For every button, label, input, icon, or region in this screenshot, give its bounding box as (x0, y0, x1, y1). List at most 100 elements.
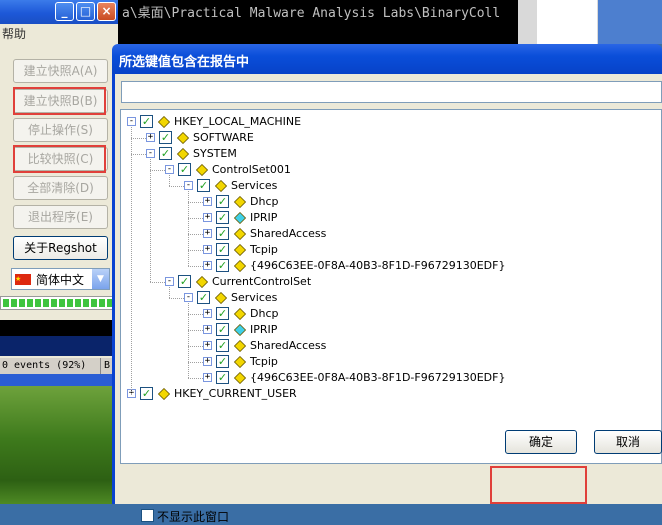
tree-checkbox[interactable]: ✓ (216, 323, 229, 336)
tree-connector (188, 314, 203, 315)
expand-icon[interactable]: + (203, 357, 212, 366)
minimize-button[interactable]: _ (55, 2, 74, 21)
expand-icon[interactable]: + (203, 229, 212, 238)
tree-connector (188, 362, 203, 363)
expand-icon[interactable]: + (203, 245, 212, 254)
console-titlebar (0, 336, 118, 356)
maximize-button[interactable]: □ (76, 2, 95, 21)
expand-icon[interactable]: + (203, 261, 212, 270)
tree-connector (188, 346, 203, 347)
language-label: 简体中文 (36, 273, 85, 287)
tree-connector (131, 127, 132, 394)
chevron-down-icon[interactable]: ▼ (92, 269, 109, 289)
tree-checkbox[interactable]: ✓ (216, 371, 229, 384)
folder-key-icon (234, 260, 246, 272)
highlight-box-snapshot-b (13, 87, 106, 115)
folder-key-icon (196, 164, 208, 176)
tree-node[interactable]: - ✓ CurrentControlSet (121, 274, 651, 290)
tree-connector (188, 218, 203, 219)
collapse-icon[interactable]: - (127, 117, 136, 126)
ok-button[interactable]: 确定 (505, 430, 577, 454)
key-filter-input[interactable] (121, 81, 662, 103)
tree-connector (150, 282, 165, 283)
expand-icon[interactable]: + (203, 309, 212, 318)
menu-help[interactable]: 帮助 (0, 24, 120, 44)
expand-icon[interactable]: + (203, 197, 212, 206)
tree-node-label: IPRIP (250, 323, 278, 336)
tree-node-label: SharedAccess (250, 339, 327, 352)
expand-icon[interactable]: + (203, 341, 212, 350)
tree-checkbox[interactable]: ✓ (216, 211, 229, 224)
tree-checkbox[interactable]: ✓ (197, 179, 210, 192)
desktop-background (598, 0, 662, 44)
tree-checkbox[interactable]: ✓ (140, 115, 153, 128)
tree-checkbox[interactable]: ✓ (216, 355, 229, 368)
tree-checkbox[interactable]: ✓ (178, 163, 191, 176)
tree-node[interactable]: + ✓ SOFTWARE (121, 130, 651, 146)
tree-checkbox[interactable]: ✓ (216, 307, 229, 320)
expand-icon[interactable]: + (203, 325, 212, 334)
stop-button[interactable]: 停止操作(S) (13, 118, 108, 142)
tree-checkbox[interactable]: ✓ (216, 339, 229, 352)
tree-checkbox[interactable]: ✓ (216, 227, 229, 240)
progress-block (99, 299, 105, 307)
collapse-icon[interactable]: - (165, 165, 174, 174)
tree-node-label: Services (231, 179, 278, 192)
dialog-body: - ✓ HKEY_LOCAL_MACHINE + ✓ SOFTWARE - ✓ SYSTEM - ✓… (112, 74, 662, 524)
tree-node[interactable]: + ✓ HKEY_CURRENT_USER (121, 386, 651, 402)
tree-connector (188, 330, 203, 331)
desktop-wallpaper (0, 386, 118, 504)
tree-checkbox[interactable]: ✓ (216, 243, 229, 256)
registry-key-tree[interactable]: - ✓ HKEY_LOCAL_MACHINE + ✓ SOFTWARE - ✓ SYSTEM - ✓… (120, 109, 662, 464)
tree-connector (131, 138, 146, 139)
cyan-key-icon (234, 212, 246, 224)
tree-node[interactable]: - ✓ ControlSet001 (121, 162, 651, 178)
folder-key-icon (234, 340, 246, 352)
tree-node[interactable]: - ✓ SYSTEM (121, 146, 651, 162)
tree-checkbox[interactable]: ✓ (197, 291, 210, 304)
tree-connector (169, 287, 170, 298)
dialog-title: 所选键值包含在报告中 (119, 55, 250, 70)
background-window-panel (537, 0, 597, 44)
tree-checkbox[interactable]: ✓ (216, 195, 229, 208)
expand-icon[interactable]: + (146, 133, 155, 142)
tree-checkbox[interactable]: ✓ (140, 387, 153, 400)
cyan-key-icon (234, 324, 246, 336)
tree-node-label: Dhcp (250, 195, 279, 208)
highlight-box-ok (490, 466, 587, 504)
tree-node[interactable]: - ✓ HKEY_LOCAL_MACHINE (121, 114, 651, 130)
cancel-button[interactable]: 取消 (594, 430, 662, 454)
exit-button[interactable]: 退出程序(E) (13, 205, 108, 229)
dont-show-checkbox[interactable] (141, 509, 154, 522)
tree-node-label: IPRIP (250, 211, 278, 224)
folder-key-icon (234, 244, 246, 256)
snapshot-a-button[interactable]: 建立快照A(A) (13, 59, 108, 83)
tree-checkbox[interactable]: ✓ (159, 131, 172, 144)
collapse-icon[interactable]: - (184, 293, 193, 302)
collapse-icon[interactable]: - (146, 149, 155, 158)
expand-icon[interactable]: + (203, 213, 212, 222)
folder-key-icon (234, 308, 246, 320)
progress-block (51, 299, 57, 307)
collapse-icon[interactable]: - (184, 181, 193, 190)
tree-connector (169, 175, 170, 186)
progress-block (35, 299, 41, 307)
tree-checkbox[interactable]: ✓ (216, 259, 229, 272)
collapse-icon[interactable]: - (165, 277, 174, 286)
progress-block (67, 299, 73, 307)
close-button[interactable]: × (97, 2, 116, 21)
tree-node-label: SOFTWARE (193, 131, 254, 144)
tree-node[interactable]: - ✓ Services (121, 290, 651, 306)
about-button[interactable]: 关于Regshot (13, 236, 108, 260)
dialog-titlebar: 所选键值包含在报告中 (112, 44, 662, 74)
language-select[interactable]: ★ 简体中文 ▼ (11, 268, 110, 290)
tree-checkbox[interactable]: ✓ (178, 275, 191, 288)
tree-connector (150, 159, 151, 282)
tree-checkbox[interactable]: ✓ (159, 147, 172, 160)
tree-node[interactable]: - ✓ Services (121, 178, 651, 194)
expand-icon[interactable]: + (203, 373, 212, 382)
tree-connector (131, 154, 146, 155)
tree-connector (188, 378, 203, 379)
folder-key-icon (215, 292, 227, 304)
clear-all-button[interactable]: 全部清除(D) (13, 176, 108, 200)
